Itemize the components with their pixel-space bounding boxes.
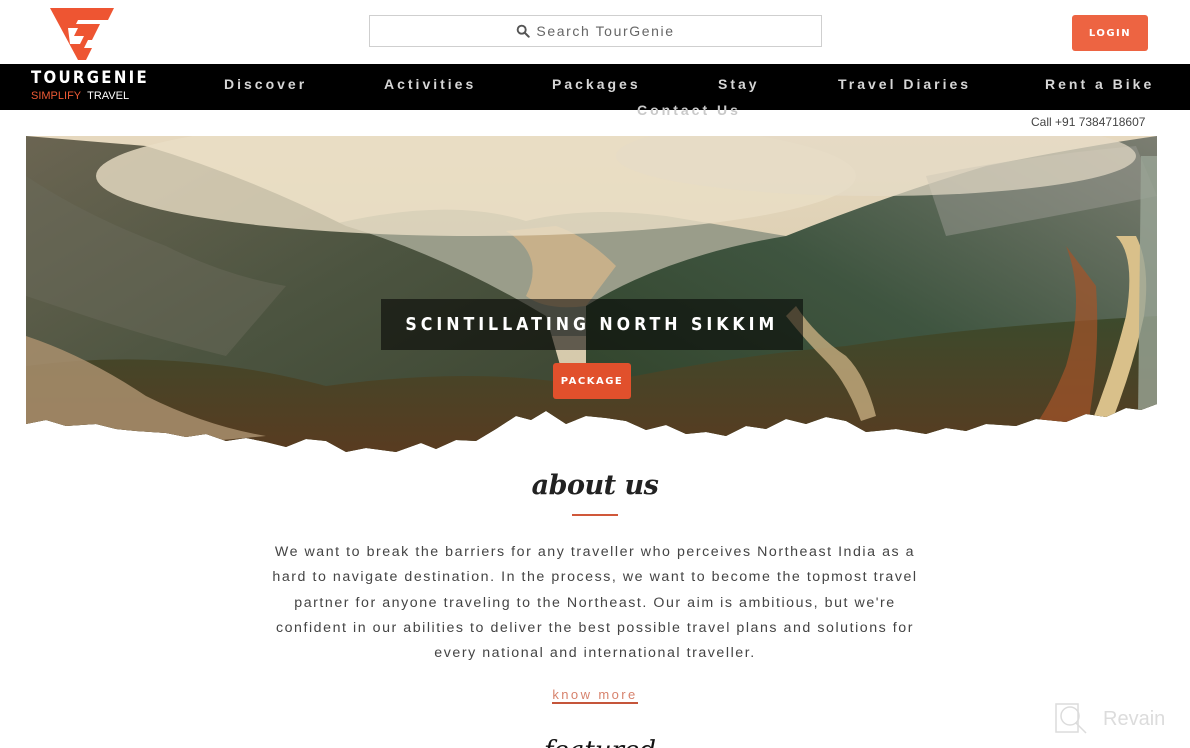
hero-landscape-image	[26, 136, 1157, 452]
brand-logo[interactable]: TOURGENIE SIMPLIFY TRAVEL	[31, 68, 165, 102]
know-more-link[interactable]: know more	[552, 687, 638, 704]
tourgenie-logo-icon[interactable]	[48, 6, 116, 62]
next-section-heading: featured	[530, 738, 670, 748]
nav-stay[interactable]: Stay	[718, 76, 760, 92]
hero-title: SCINTILLATING NORTH SIKKIM	[405, 314, 779, 335]
nav-packages[interactable]: Packages	[552, 76, 641, 92]
hero-banner: SCINTILLATING NORTH SIKKIM PACKAGE	[26, 136, 1157, 458]
main-navbar: TOURGENIE SIMPLIFY TRAVEL Discover Activi…	[0, 64, 1190, 110]
login-button[interactable]: LOGIN	[1072, 15, 1148, 51]
nav-travel-diaries[interactable]: Travel Diaries	[838, 76, 971, 92]
package-button[interactable]: PACKAGE	[553, 363, 631, 399]
revain-logo-icon	[1055, 703, 1087, 734]
tagline-travel: TRAVEL	[87, 90, 130, 102]
revain-label: Revain	[1103, 707, 1166, 730]
search-placeholder: Search TourGenie	[536, 23, 675, 39]
about-body: We want to break the barriers for any tr…	[272, 544, 918, 662]
about-heading: about us	[531, 470, 659, 501]
revain-watermark: Revain	[1055, 703, 1165, 735]
nav-contact-us[interactable]: Contact Us	[637, 102, 741, 118]
nav-activities[interactable]: Activities	[384, 76, 476, 92]
tagline-simplify: SIMPLIFY	[31, 90, 82, 102]
nav-discover[interactable]: Discover	[224, 76, 307, 92]
search-input[interactable]: Search TourGenie	[369, 15, 822, 47]
top-header: Search TourGenie LOGIN	[0, 0, 1190, 64]
brand-tagline: SIMPLIFY TRAVEL	[31, 90, 165, 102]
nav-rent-a-bike[interactable]: Rent a Bike	[1045, 76, 1154, 92]
know-more-wrapper: know more	[0, 686, 1190, 704]
about-divider	[572, 514, 618, 516]
brand-name: TOURGENIE	[31, 68, 149, 88]
hero-title-overlay: SCINTILLATING NORTH SIKKIM	[381, 299, 803, 350]
search-icon	[517, 24, 531, 38]
call-number[interactable]: Call +91 7384718607	[1031, 115, 1145, 129]
